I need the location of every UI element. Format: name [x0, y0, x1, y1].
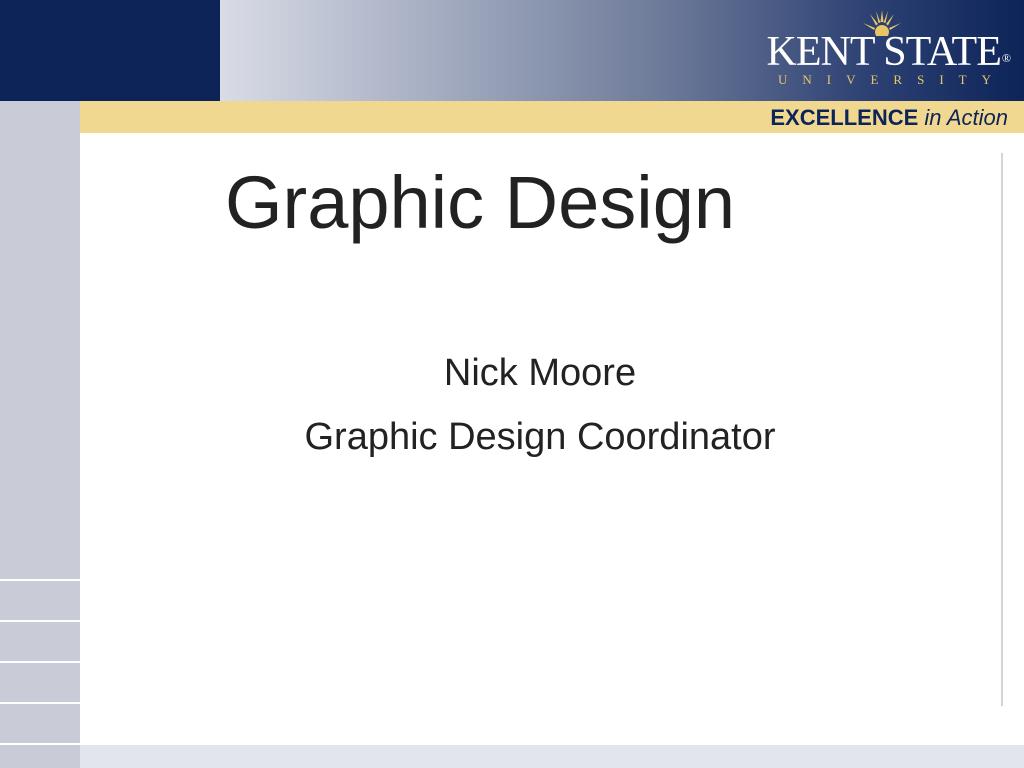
panel-divider	[0, 579, 80, 581]
presenter-name: Nick Moore	[443, 352, 637, 394]
panel-divider	[0, 661, 80, 663]
tagline: EXCELLENCE in Action	[770, 105, 1008, 131]
panel-divider	[0, 620, 80, 622]
panel-divider	[0, 702, 80, 704]
logo-wordmark: KENT STATE®	[766, 29, 1012, 75]
right-divider	[1001, 153, 1003, 706]
tagline-excellence: EXCELLENCE	[770, 105, 919, 130]
logo-university: UNIVERSITY	[778, 72, 1006, 87]
header-navy-block	[0, 0, 220, 101]
footer-strip	[80, 745, 1024, 768]
tagline-in-action: in Action	[924, 105, 1008, 130]
presenter-role: Graphic Design Coordinator	[304, 416, 776, 458]
panel-divider	[0, 743, 80, 745]
slide-title: Graphic Design	[225, 161, 736, 244]
left-side-panel	[0, 101, 80, 768]
tagline-band: EXCELLENCE in Action	[80, 101, 1024, 133]
kent-state-logo: KENT STATE® UNIVERSITY	[760, 10, 1012, 90]
